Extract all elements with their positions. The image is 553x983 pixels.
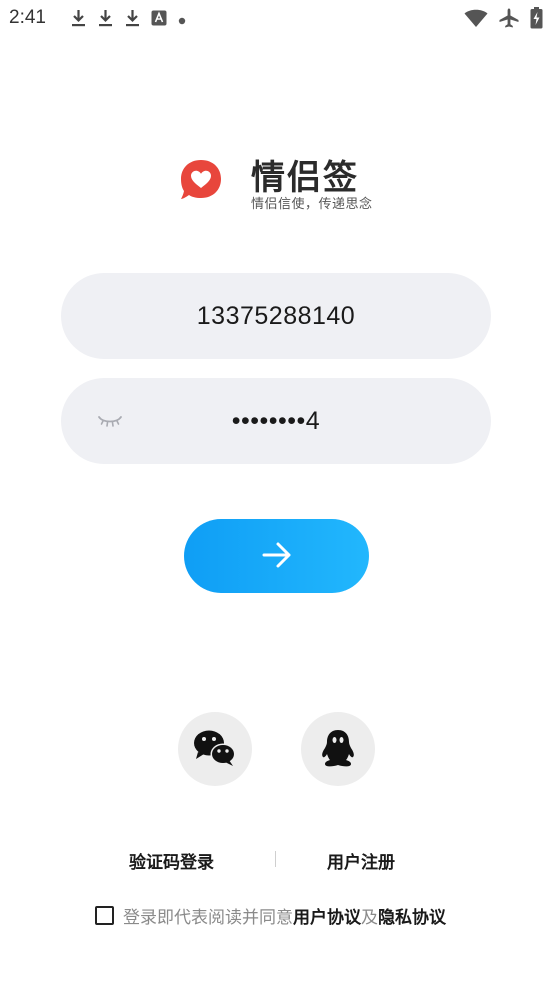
link-divider [275, 851, 276, 867]
privacy-policy-link[interactable]: 隐私协议 [378, 903, 446, 928]
wechat-icon [193, 729, 237, 770]
system-icons [464, 7, 543, 33]
phone-input[interactable] [61, 273, 491, 359]
wechat-login-button[interactable] [178, 712, 252, 786]
app-title: 情侣签 [251, 158, 359, 198]
login-submit-button[interactable] [184, 519, 369, 593]
heart-bubble-icon [178, 157, 224, 203]
qq-icon [320, 728, 356, 771]
password-input[interactable] [61, 378, 491, 464]
airplane-icon [498, 7, 520, 33]
arrow-right-icon [261, 541, 293, 572]
dot-icon [177, 11, 187, 30]
app-logo-section: 情侣签 情侣信使，传递思念 [178, 150, 418, 220]
status-bar: 2:41 [0, 0, 553, 38]
download-icon [70, 8, 87, 32]
download-icon [124, 8, 141, 32]
register-link[interactable]: 用户注册 [327, 848, 395, 873]
download-icon [97, 8, 114, 32]
password-field-container [61, 378, 491, 464]
qq-login-button[interactable] [301, 712, 375, 786]
status-time: 2:41 [9, 7, 46, 28]
agreement-conjunction: 及 [361, 907, 378, 928]
app-slogan: 情侣信使，传递思念 [251, 197, 373, 212]
battery-charging-icon [530, 7, 543, 33]
notification-icons [70, 8, 187, 32]
phone-field-container [61, 273, 491, 359]
text-icon [151, 10, 167, 30]
wifi-icon [464, 8, 488, 32]
user-agreement-link[interactable]: 用户协议 [293, 903, 361, 928]
agreement-checkbox[interactable] [95, 905, 114, 925]
sms-login-link[interactable]: 验证码登录 [129, 848, 214, 873]
agreement-prefix: 登录即代表阅读并同意 [123, 907, 293, 928]
closed-eye-icon[interactable] [97, 412, 123, 432]
agreement-row: 登录即代表阅读并同意 用户协议 及 隐私协议 [95, 903, 446, 928]
